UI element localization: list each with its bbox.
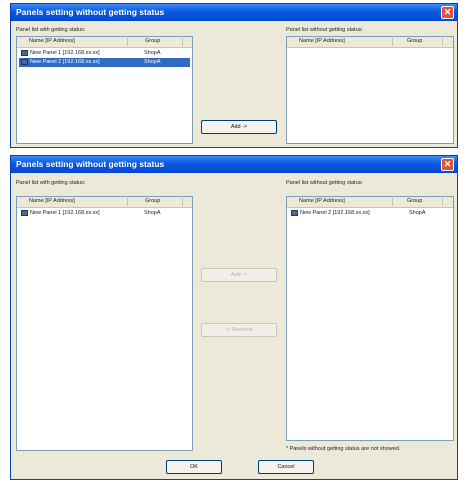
list-item[interactable]: New Panel 1 [192.168.xx.xx] ShopA [19, 49, 190, 58]
column-header-group[interactable]: Group [145, 198, 160, 204]
add-button[interactable]: Add -> [201, 268, 277, 282]
panel-icon [21, 210, 28, 216]
column-header-name[interactable]: Name [IP Address] [29, 38, 75, 44]
list-item-group: ShopA [409, 210, 426, 216]
list-item-name: New Panel 1 [192.168.xx.xx] [30, 210, 100, 216]
right-list-header: Name [IP Address] Group [287, 37, 453, 48]
right-panel-list[interactable]: Name [IP Address] Group [286, 36, 454, 144]
list-item-group: ShopA [144, 50, 161, 56]
list-item-selected[interactable]: New Panel 2 [192.168.xx.xx] ShopA [19, 58, 190, 67]
cancel-button[interactable]: Cancel [258, 460, 314, 474]
column-header-name[interactable]: Name [IP Address] [299, 198, 345, 204]
dialog-bottom: Panels setting without getting status ✕ … [10, 155, 458, 480]
column-header-group[interactable]: Group [145, 38, 160, 44]
dialog-top: Panels setting without getting status ✕ … [10, 3, 458, 148]
column-header-name[interactable]: Name [IP Address] [29, 198, 75, 204]
add-button[interactable]: Add -> [201, 120, 277, 134]
panel-icon [21, 59, 28, 65]
list-item-name: New Panel 2 [192.168.xx.xx] [30, 59, 100, 65]
right-list-label: Panel list without getting status: [286, 180, 364, 186]
dialog-top-titlebar: Panels setting without getting status ✕ [11, 4, 457, 21]
column-header-group[interactable]: Group [407, 198, 422, 204]
dialog-bottom-titlebar: Panels setting without getting status ✕ [11, 156, 457, 173]
left-panel-list[interactable]: Name [IP Address] Group New Panel 1 [192… [16, 196, 193, 451]
right-list-label: Panel list without getting status: [286, 27, 364, 33]
panel-icon [291, 210, 298, 216]
right-list-header: Name [IP Address] Group [287, 197, 453, 208]
left-list-header: Name [IP Address] Group [17, 37, 192, 48]
list-item-name: New Panel 2 [192.168.xx.xx] [300, 210, 370, 216]
footnote: * Panels without getting status are not … [286, 446, 401, 452]
left-list-label: Panel list with getting status: [16, 27, 86, 33]
column-header-group[interactable]: Group [407, 38, 422, 44]
panel-icon [21, 50, 28, 56]
left-panel-list[interactable]: Name [IP Address] Group New Panel 1 [192… [16, 36, 193, 144]
list-item-group: ShopA [144, 210, 161, 216]
dialog-bottom-title: Panels setting without getting status [16, 159, 165, 169]
column-header-name[interactable]: Name [IP Address] [299, 38, 345, 44]
remove-button[interactable]: <- Remove [201, 323, 277, 337]
ok-button[interactable]: OK [166, 460, 222, 474]
close-icon[interactable]: ✕ [441, 158, 454, 171]
left-list-header: Name [IP Address] Group [17, 197, 192, 208]
close-icon[interactable]: ✕ [441, 6, 454, 19]
list-item[interactable]: New Panel 2 [192.168.xx.xx] ShopA [289, 209, 451, 218]
list-item-group: ShopA [144, 59, 161, 65]
dialog-top-title: Panels setting without getting status [16, 7, 165, 17]
list-item-name: New Panel 1 [192.168.xx.xx] [30, 50, 100, 56]
left-list-label: Panel list with getting status: [16, 180, 86, 186]
list-item[interactable]: New Panel 1 [192.168.xx.xx] ShopA [19, 209, 190, 218]
right-panel-list[interactable]: Name [IP Address] Group New Panel 2 [192… [286, 196, 454, 441]
